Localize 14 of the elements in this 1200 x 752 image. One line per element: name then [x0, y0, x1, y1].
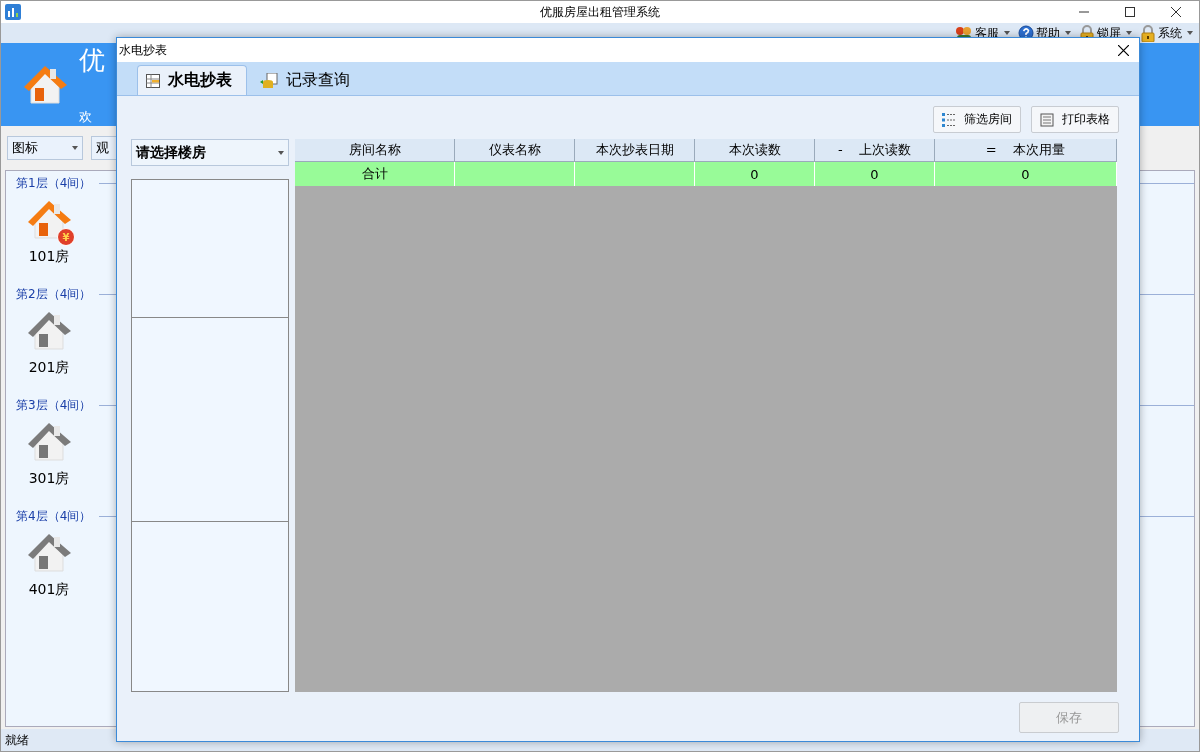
floor-label: 第4层（4间）	[16, 508, 92, 525]
table-cell: 0	[815, 162, 935, 186]
banner-subtitle: 欢	[79, 108, 93, 126]
table-cell: 0	[935, 162, 1117, 186]
table-cell: 合计	[295, 162, 455, 186]
floor-label: 第2层（4间）	[16, 286, 92, 303]
banner-title: 优	[79, 44, 105, 77]
status-text: 就绪	[5, 731, 29, 749]
price-badge: ¥	[57, 228, 75, 246]
window-title: 优服房屋出租管理系统	[540, 4, 660, 19]
dialog-title: 水电抄表	[119, 41, 167, 59]
table-cell: 0	[695, 162, 815, 186]
floor-label: 第1层（4间）	[16, 175, 92, 192]
floor-label: 第3层（4间）	[16, 397, 92, 414]
